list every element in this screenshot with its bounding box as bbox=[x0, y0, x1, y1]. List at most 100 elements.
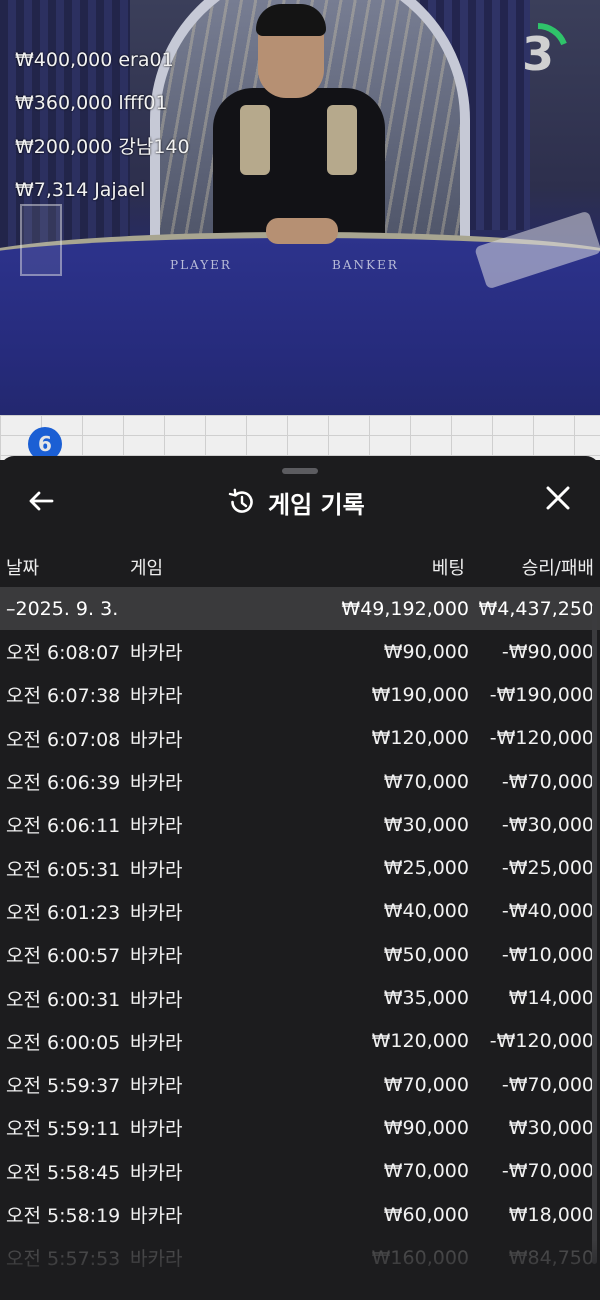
row-bet: ₩25,000 bbox=[383, 857, 469, 880]
row-bet: ₩70,000 bbox=[383, 1073, 469, 1096]
live-video-feed: PLAYER BANKER ₩400,000 era01 ₩360,000 lfff… bbox=[0, 0, 600, 415]
close-button[interactable] bbox=[542, 484, 574, 516]
history-row[interactable]: 오전 6:01:23 바카라 ₩40,000 -₩40,000 bbox=[0, 890, 600, 933]
row-time: 오전 6:06:39 bbox=[6, 772, 121, 795]
arrow-left-icon bbox=[29, 491, 54, 511]
row-bet: ₩70,000 bbox=[383, 1160, 469, 1183]
scoreboard-road bbox=[0, 415, 600, 460]
top-bet-row: ₩200,000 강남140 bbox=[15, 135, 190, 158]
row-bet: ₩90,000 bbox=[383, 640, 469, 663]
top-bet-row: ₩400,000 era01 bbox=[15, 49, 174, 71]
back-button[interactable] bbox=[26, 486, 58, 518]
close-icon bbox=[546, 486, 570, 510]
history-row[interactable]: 오전 5:59:37 바카라 ₩70,000 -₩70,000 bbox=[0, 1063, 600, 1106]
sheet-header: 게임 기록 bbox=[0, 478, 600, 530]
column-header-date[interactable]: 날짜 bbox=[6, 554, 39, 580]
countdown-timer: 3 bbox=[506, 22, 570, 86]
column-header-bet[interactable]: 베팅 bbox=[432, 554, 465, 580]
row-result: -₩120,000 bbox=[489, 727, 594, 750]
row-time: 오전 6:05:31 bbox=[6, 858, 121, 881]
history-row[interactable]: 오전 6:06:39 바카라 ₩70,000 -₩70,000 bbox=[0, 760, 600, 803]
history-row[interactable]: 오전 6:05:31 바카라 ₩25,000 -₩25,000 bbox=[0, 846, 600, 889]
row-time: 오전 5:58:19 bbox=[6, 1205, 121, 1227]
row-bet: ₩60,000 bbox=[383, 1203, 469, 1226]
row-game: 바카라 bbox=[130, 1075, 183, 1098]
row-game: 바카라 bbox=[130, 1161, 183, 1184]
row-time: 오전 5:59:37 bbox=[6, 1075, 121, 1098]
row-bet: ₩190,000 bbox=[371, 683, 469, 706]
countdown-value: 3 bbox=[521, 27, 554, 81]
row-result: -₩70,000 bbox=[501, 1073, 594, 1096]
banker-label: BANKER bbox=[332, 258, 399, 272]
top-bets-list: ₩400,000 era01 ₩360,000 lfff01 ₩200,000 강남1… bbox=[15, 50, 196, 223]
row-bet: ₩40,000 bbox=[383, 900, 469, 923]
row-bet: ₩35,000 bbox=[383, 987, 469, 1010]
row-bet: ₩120,000 bbox=[371, 727, 469, 750]
row-bet: ₩50,000 bbox=[383, 943, 469, 966]
row-result: -₩70,000 bbox=[501, 1160, 594, 1183]
row-time: 오전 5:59:11 bbox=[6, 1118, 121, 1141]
top-bet-row: ₩7,314 Jajael bbox=[15, 178, 146, 201]
row-game: 바카라 bbox=[130, 988, 183, 1011]
row-result: -₩10,000 bbox=[501, 943, 594, 966]
row-result: -₩120,000 bbox=[489, 1030, 594, 1053]
date-summary-row[interactable]: –2025. 9. 3. ₩49,192,000 ₩4,437,250 bbox=[0, 587, 600, 630]
row-bet: ₩70,000 bbox=[383, 770, 469, 793]
game-history-sheet: 게임 기록 날짜 게임 베팅 승리/패배 –2025. 9. 3. ₩49,19… bbox=[0, 456, 600, 1300]
summary-bet-total: ₩49,192,000 bbox=[341, 597, 469, 620]
history-row[interactable]: 오전 5:58:19 바카라 ₩60,000 ₩18,000 bbox=[0, 1193, 600, 1236]
row-time: 오전 6:07:08 bbox=[6, 728, 121, 751]
column-header-game[interactable]: 게임 bbox=[130, 554, 163, 580]
page-title: 게임 기록 bbox=[268, 490, 365, 519]
summary-result-total: ₩4,437,250 bbox=[478, 597, 594, 620]
row-time: 오전 6:00:05 bbox=[6, 1031, 121, 1054]
top-bet-row: ₩360,000 lfff01 bbox=[15, 92, 168, 115]
row-result: -₩190,000 bbox=[489, 683, 594, 706]
player-label: PLAYER bbox=[170, 258, 232, 272]
row-game: 바카라 bbox=[130, 772, 183, 795]
row-result: ₩30,000 bbox=[508, 1116, 594, 1139]
summary-date: –2025. 9. 3. bbox=[6, 597, 119, 620]
column-header-result[interactable]: 승리/패배 bbox=[522, 554, 594, 580]
row-time: 오전 6:07:38 bbox=[6, 685, 121, 708]
row-game: 바카라 bbox=[130, 685, 183, 708]
history-row[interactable]: 오전 6:07:08 바카라 ₩120,000 -₩120,000 bbox=[0, 717, 600, 760]
row-game: 바카라 bbox=[130, 1118, 183, 1141]
history-row[interactable]: 오전 5:59:11 바카라 ₩90,000 ₩30,000 bbox=[0, 1106, 600, 1149]
row-game: 바카라 bbox=[130, 815, 183, 838]
row-result: -₩30,000 bbox=[501, 813, 594, 836]
row-time: 오전 6:01:23 bbox=[6, 901, 121, 924]
row-time: 오전 6:00:57 bbox=[6, 945, 121, 968]
row-time: 오전 6:08:07 bbox=[6, 642, 121, 665]
row-result: ₩14,000 bbox=[508, 987, 594, 1010]
row-game: 바카라 bbox=[130, 858, 183, 881]
history-row[interactable]: 오전 6:00:57 바카라 ₩50,000 -₩10,000 bbox=[0, 933, 600, 976]
row-game: 바카라 bbox=[130, 1205, 183, 1227]
row-bet: ₩30,000 bbox=[383, 813, 469, 836]
scrollbar[interactable] bbox=[592, 604, 597, 1264]
row-game: 바카라 bbox=[130, 642, 183, 665]
row-time: 오전 6:00:31 bbox=[6, 988, 121, 1011]
history-row[interactable]: 오전 6:00:31 바카라 ₩35,000 ₩14,000 bbox=[0, 976, 600, 1019]
sheet-drag-handle[interactable] bbox=[282, 468, 318, 474]
row-game: 바카라 bbox=[130, 1031, 183, 1054]
row-bet: ₩90,000 bbox=[383, 1116, 469, 1139]
history-row[interactable]: 오전 6:07:38 바카라 ₩190,000 -₩190,000 bbox=[0, 673, 600, 716]
row-game: 바카라 bbox=[130, 901, 183, 924]
history-icon bbox=[228, 488, 253, 513]
row-result: -₩90,000 bbox=[501, 640, 594, 663]
row-time: 오전 5:58:45 bbox=[6, 1161, 121, 1184]
row-time: 오전 6:06:11 bbox=[6, 815, 121, 838]
row-result: -₩70,000 bbox=[501, 770, 594, 793]
row-game: 바카라 bbox=[130, 728, 183, 751]
history-row[interactable]: 오전 6:00:05 바카라 ₩120,000 -₩120,000 bbox=[0, 1020, 600, 1063]
row-game: 바카라 bbox=[130, 945, 183, 968]
history-row[interactable]: 오전 6:06:11 바카라 ₩30,000 -₩30,000 bbox=[0, 803, 600, 846]
row-result: -₩40,000 bbox=[501, 900, 594, 923]
row-result: ₩18,000 bbox=[508, 1203, 594, 1226]
history-row[interactable]: 오전 5:58:45 바카라 ₩70,000 -₩70,000 bbox=[0, 1150, 600, 1193]
row-bet: ₩120,000 bbox=[371, 1030, 469, 1053]
row-result: -₩25,000 bbox=[501, 857, 594, 880]
history-list: –2025. 9. 3. ₩49,192,000 ₩4,437,250 오전 6… bbox=[0, 587, 600, 1279]
history-row[interactable]: 오전 6:08:07 바카라 ₩90,000 -₩90,000 bbox=[0, 630, 600, 673]
